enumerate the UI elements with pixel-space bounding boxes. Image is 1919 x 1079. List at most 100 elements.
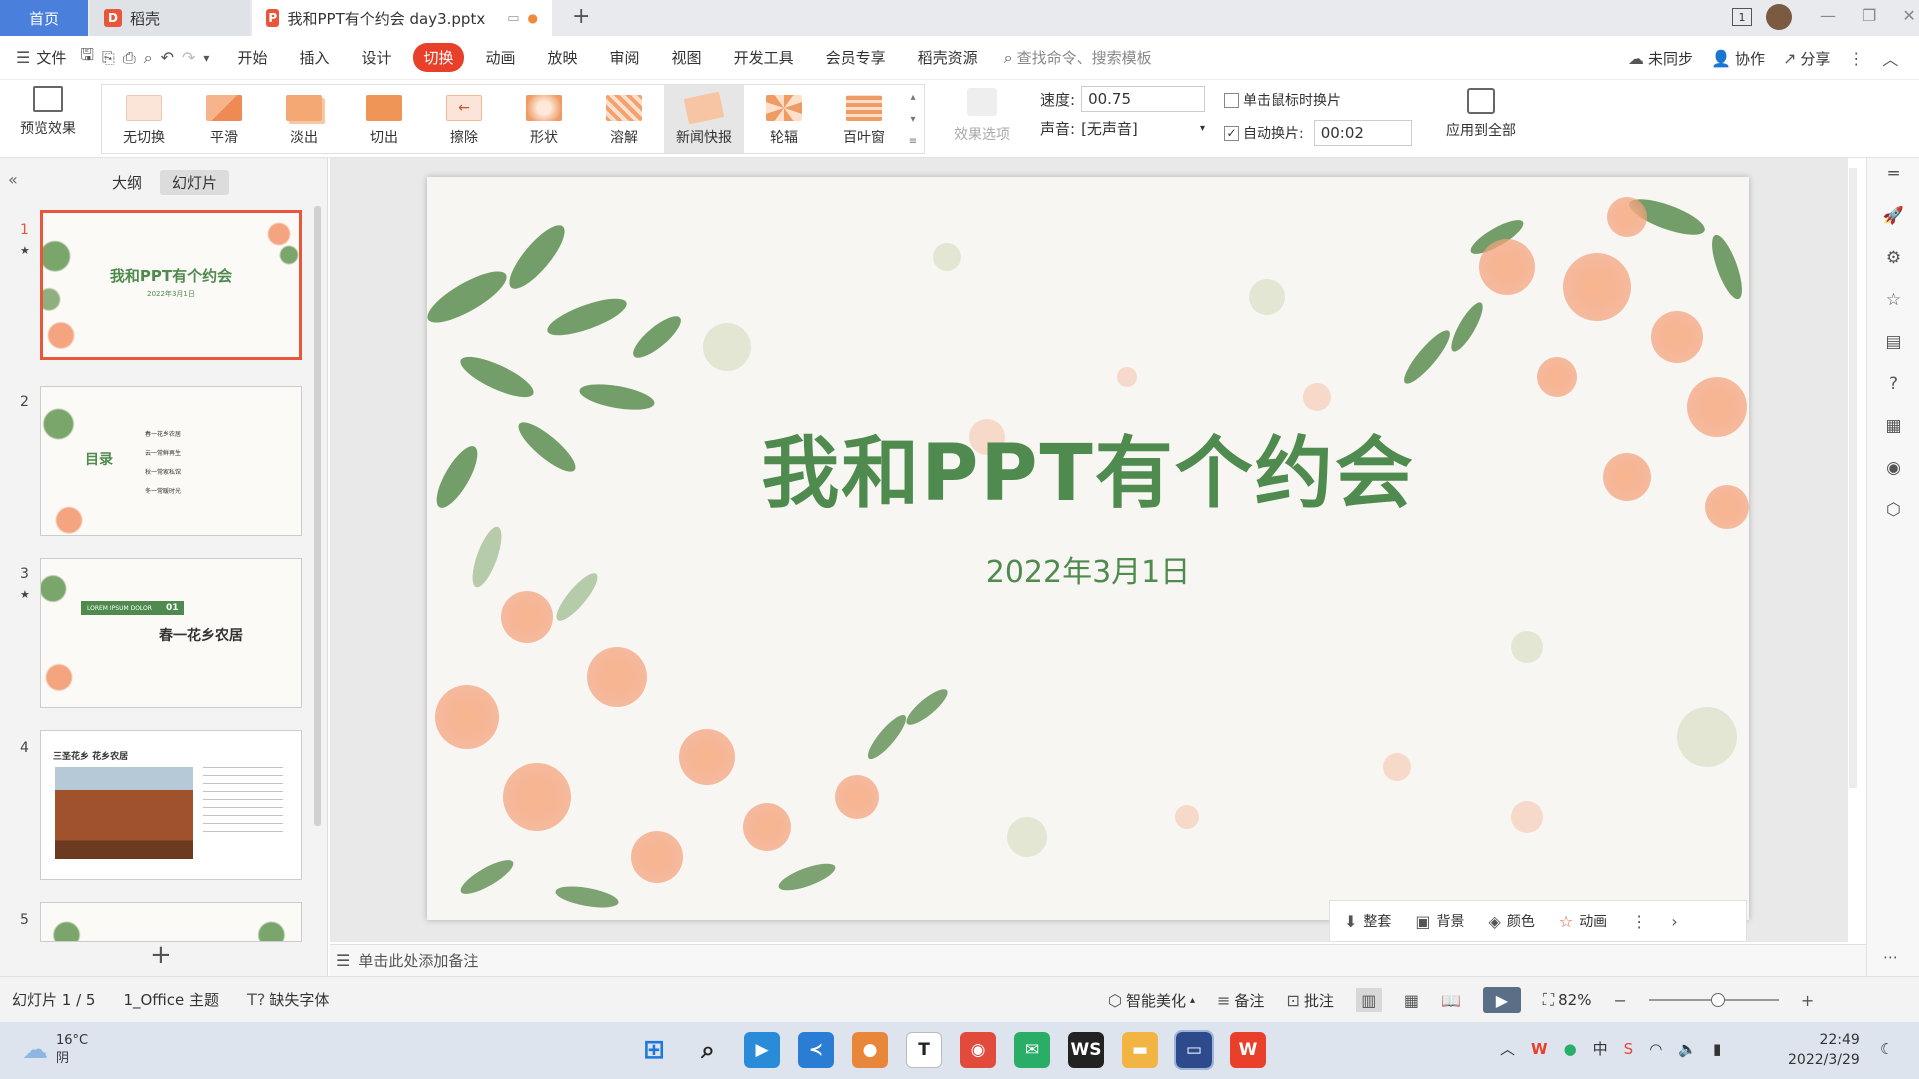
transition-shape[interactable]: 形状 <box>504 85 584 153</box>
zoom-out-icon[interactable]: − <box>1613 991 1626 1010</box>
smart-beautify-button[interactable]: ⬡ 智能美化 ▴ <box>1108 990 1195 1011</box>
typora-icon[interactable]: T <box>906 1032 942 1068</box>
menu-review[interactable]: 审阅 <box>600 43 650 72</box>
speed-input[interactable] <box>1081 86 1206 112</box>
close-icon[interactable]: ✕ <box>1902 6 1915 25</box>
reading-view-icon[interactable]: 📖 <box>1441 991 1461 1010</box>
slide-thumbnail-4[interactable]: 三圣花乡 花乡农居 <box>40 730 302 880</box>
auto-advance-checkbox[interactable]: ✓ <box>1224 125 1239 141</box>
tab-home[interactable]: 首页 <box>0 0 88 36</box>
windows-start-icon[interactable]: ⊞ <box>636 1032 672 1068</box>
zoom-slider-handle[interactable] <box>1710 993 1725 1007</box>
gallery-scroll[interactable]: ▴ ▾ ≡ <box>904 86 922 152</box>
float-suite-button[interactable]: ⬇ 整套 <box>1344 911 1391 931</box>
theme-name[interactable]: 1_Office 主题 <box>123 989 219 1010</box>
collab-button[interactable]: 👤 协作 <box>1711 48 1765 69</box>
gallery-expand-icon[interactable]: ≡ <box>909 136 917 147</box>
chevron-right-icon[interactable]: › <box>1671 912 1677 931</box>
notification-icon[interactable]: ☾ <box>1880 1040 1893 1058</box>
clock[interactable]: 22:49 2022/3/29 <box>1788 1030 1860 1070</box>
file-explorer-icon[interactable]: ▬ <box>1122 1032 1158 1068</box>
collapse-ribbon-icon[interactable]: ︿ <box>1882 46 1898 70</box>
rocket-icon[interactable]: 🚀 <box>1883 206 1904 226</box>
webstorm-icon[interactable]: WS <box>1068 1032 1104 1068</box>
transition-wipe[interactable]: ← 擦除 <box>424 85 504 153</box>
zoom-in-icon[interactable]: + <box>1801 991 1814 1010</box>
menu-design[interactable]: 设计 <box>351 43 401 72</box>
notes-area[interactable]: ☰ 单击此处添加备注 <box>330 944 1866 976</box>
slides-icon[interactable]: ▤ <box>1885 332 1901 352</box>
share-button[interactable]: ↗ 分享 <box>1783 48 1830 69</box>
play-icon[interactable]: ▶ <box>1482 987 1521 1013</box>
ime-icon[interactable]: 中 <box>1593 1038 1608 1059</box>
slide-title[interactable]: 我和PPT有个约会 <box>427 411 1749 523</box>
tab-document[interactable]: P 我和PPT有个约会 day3.pptx ▭ ● <box>252 0 552 36</box>
vscode-icon[interactable]: ≺ <box>798 1032 834 1068</box>
thumbnail-scrollbar[interactable] <box>314 206 321 826</box>
wps-tray-icon[interactable]: W <box>1531 1040 1548 1058</box>
media-player-icon[interactable]: ▶ <box>744 1032 780 1068</box>
canvas-scrollbar[interactable] <box>1849 168 1857 788</box>
gallery-down-icon[interactable]: ▾ <box>910 114 915 125</box>
zoom-control[interactable]: ⛶ 82% <box>1543 990 1592 1010</box>
more-icon[interactable]: ⋮ <box>1848 49 1864 68</box>
effect-options-button[interactable]: 效果选项 <box>944 88 1020 144</box>
menu-transition[interactable]: 切换 <box>413 43 464 72</box>
quick-access-dropdown-icon[interactable]: ▾ <box>203 51 209 65</box>
click-advance-checkbox[interactable] <box>1224 92 1239 108</box>
slide-thumbnail-1[interactable]: 我和PPT有个约会 2022年3月1日 <box>40 210 302 360</box>
weather-widget[interactable]: ☁ 16°C 阴 <box>22 1032 88 1068</box>
tab-slides[interactable]: 幻灯片 <box>160 170 230 195</box>
float-color-button[interactable]: ◈ 颜色 <box>1489 911 1535 931</box>
chrome-icon[interactable]: ◉ <box>960 1032 996 1068</box>
apply-all-button[interactable]: 应用到全部 <box>1436 88 1526 140</box>
transition-newsflash[interactable]: 新闻快报 <box>664 85 744 153</box>
transition-dissolve[interactable]: 溶解 <box>584 85 664 153</box>
menu-docer-resources[interactable]: 稻壳资源 <box>908 43 988 72</box>
transition-wheel[interactable]: 轮辐 <box>744 85 824 153</box>
wechat-tray-icon[interactable]: ● <box>1564 1040 1577 1058</box>
star-outline-icon[interactable]: ☆ <box>1886 290 1901 310</box>
transition-cut[interactable]: 切出 <box>344 85 424 153</box>
more-icon[interactable]: ⋮ <box>1631 912 1647 931</box>
slide-thumbnail-5[interactable] <box>40 902 302 942</box>
antivirus-tray-icon[interactable]: S <box>1624 1040 1634 1058</box>
settings-sliders-icon[interactable]: ⚙ <box>1886 248 1901 268</box>
menu-view[interactable]: 视图 <box>662 43 712 72</box>
sorter-view-icon[interactable]: ▦ <box>1404 991 1419 1010</box>
comments-button[interactable]: ⊡ 批注 <box>1286 990 1333 1011</box>
redo-icon[interactable]: ↷ <box>182 48 195 67</box>
screen-icon[interactable]: ▭ <box>507 11 519 26</box>
wechat-icon[interactable]: ✉ <box>1014 1032 1050 1068</box>
transition-none[interactable]: 无切换 <box>104 85 184 153</box>
volume-icon[interactable]: 🔈 <box>1678 1040 1697 1058</box>
preview-effect-button[interactable]: 预览效果 <box>8 86 88 152</box>
sound-select[interactable]: [无声音] ▾ <box>1081 118 1205 139</box>
float-background-button[interactable]: ▣ 背景 <box>1415 911 1464 931</box>
menu-developer[interactable]: 开发工具 <box>724 43 804 72</box>
battery-icon[interactable]: ▮ <box>1713 1040 1721 1058</box>
print-icon[interactable]: ⎙ <box>123 48 136 68</box>
slide-thumbnail-2[interactable]: 目录 春一花乡农居 云一常鲜再生 秋一常家私馆 冬一常暖时光 <box>40 386 302 536</box>
command-search[interactable]: ⌕ 查找命令、搜索模板 <box>1004 47 1152 68</box>
notes-toggle-button[interactable]: ≡ 备注 <box>1217 990 1264 1011</box>
sync-button[interactable]: ☁ 未同步 <box>1628 48 1693 69</box>
tab-outline[interactable]: 大纲 <box>104 170 150 195</box>
current-slide[interactable]: 我和PPT有个约会 2022年3月1日 <box>427 177 1749 920</box>
missing-font-button[interactable]: T? 缺失字体 <box>247 989 329 1010</box>
zoom-slider[interactable] <box>1648 993 1779 1007</box>
menu-start[interactable]: 开始 <box>227 43 277 72</box>
image-gallery-icon[interactable]: ▦ <box>1885 416 1901 436</box>
new-tab-button[interactable]: + <box>572 4 590 29</box>
menu-insert[interactable]: 插入 <box>289 43 339 72</box>
print-preview-icon[interactable]: ⌕ <box>144 48 153 68</box>
tab-docer[interactable]: D 稻壳 <box>90 0 250 36</box>
firefox-icon[interactable]: ● <box>852 1032 888 1068</box>
gallery-up-icon[interactable]: ▴ <box>910 92 915 103</box>
undo-icon[interactable]: ↶ <box>161 48 174 67</box>
window-count-icon[interactable]: 1 <box>1732 8 1752 26</box>
collapse-icon[interactable]: ═ <box>1888 164 1898 184</box>
restore-icon[interactable]: ❐ <box>1862 6 1876 25</box>
export-icon[interactable]: ⎘ <box>102 48 115 68</box>
minimize-icon[interactable]: — <box>1820 6 1836 25</box>
